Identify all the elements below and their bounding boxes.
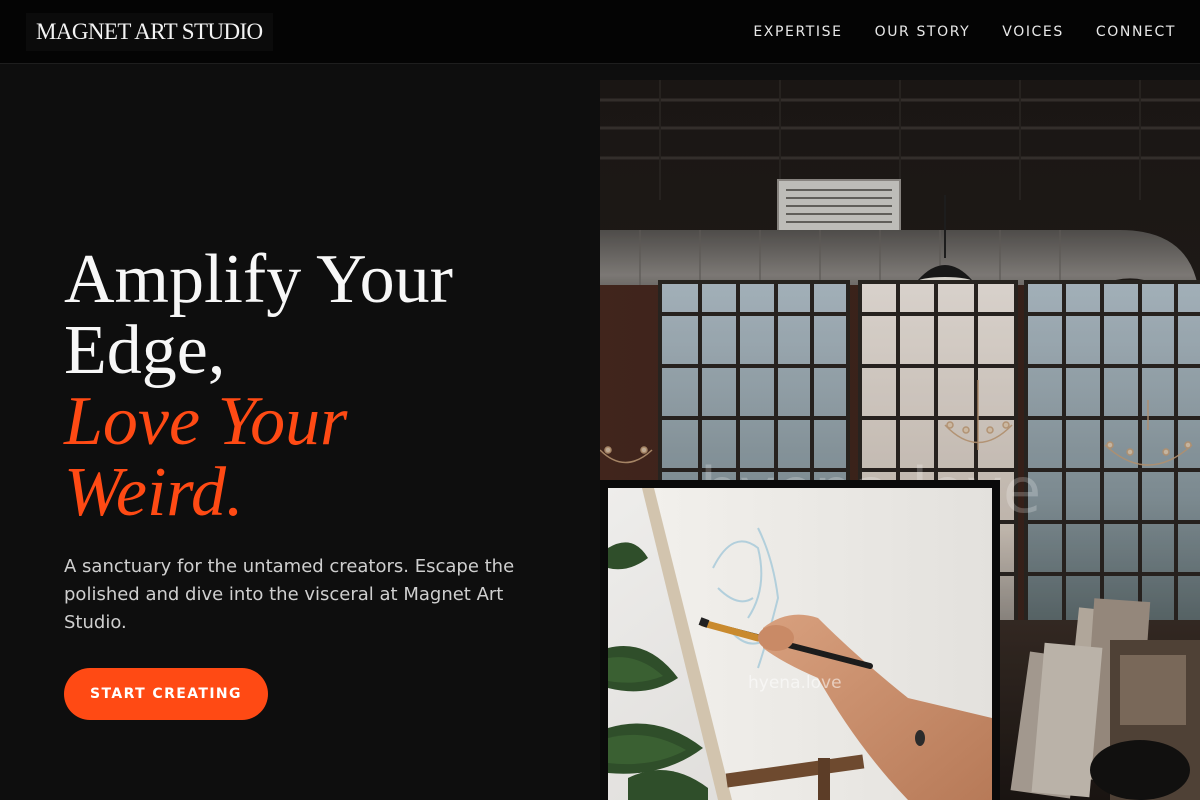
nav-link-voices[interactable]: VOICES bbox=[1002, 24, 1064, 40]
hero-subtitle: A sanctuary for the untamed creators. Es… bbox=[64, 556, 515, 633]
page: MAGNET ART STUDIO EXPERTISE OUR STORY VO… bbox=[0, 0, 1200, 800]
site-logo[interactable]: MAGNET ART STUDIO bbox=[26, 12, 273, 51]
site-header: MAGNET ART STUDIO EXPERTISE OUR STORY VO… bbox=[0, 0, 1200, 64]
painting-photo: hyena.love bbox=[608, 488, 992, 800]
main-nav: EXPERTISE OUR STORY VOICES CONNECT bbox=[753, 24, 1176, 40]
painting-photo-frame: hyena.love bbox=[600, 480, 1000, 800]
painting-watermark: hyena.love bbox=[748, 673, 842, 693]
hero-title-line-1: Amplify Your bbox=[64, 241, 453, 318]
hero-accent-line-1: Love Your bbox=[64, 383, 348, 460]
hero-title: Amplify Your Edge, Love Your Weird. bbox=[64, 244, 564, 528]
nav-link-expertise[interactable]: EXPERTISE bbox=[753, 24, 842, 40]
nav-link-our-story[interactable]: OUR STORY bbox=[875, 24, 971, 40]
nav-link-connect[interactable]: CONNECT bbox=[1096, 24, 1176, 40]
hero-accent-line-2: Weird. bbox=[64, 454, 244, 531]
hero-title-line-2: Edge, bbox=[64, 312, 226, 389]
start-creating-button[interactable]: START CREATING bbox=[64, 668, 268, 720]
